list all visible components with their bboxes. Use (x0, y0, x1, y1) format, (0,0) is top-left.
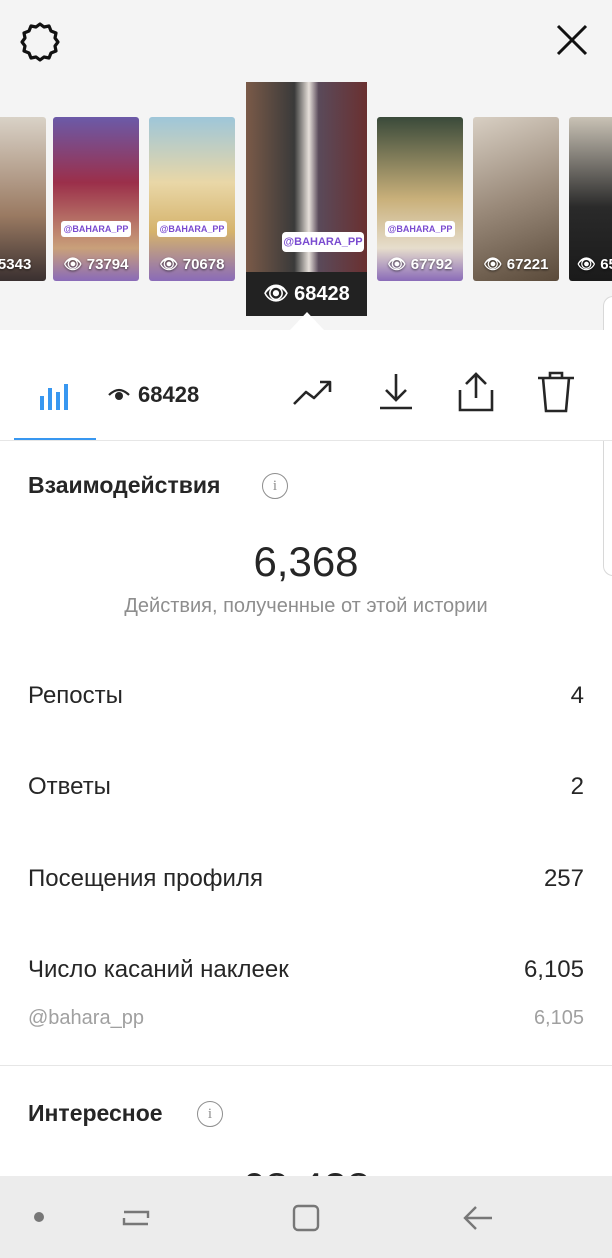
stat-row-shares: Репосты 4 (28, 682, 584, 710)
trash-icon[interactable] (534, 370, 578, 414)
sticker-tag: @BAHARA_PP (385, 221, 455, 237)
share-icon[interactable] (454, 370, 498, 414)
thumbnail-views: 👁 5343 (0, 256, 32, 273)
stat-row-sticker-detail: @bahara_pp 6,105 (28, 1007, 584, 1030)
story-thumbnail[interactable]: @BAHARA_PP 👁 67792 (377, 117, 463, 281)
dot-icon[interactable] (34, 1212, 44, 1222)
stat-value: 257 (543, 865, 584, 892)
download-icon[interactable] (374, 370, 418, 414)
selected-pointer (290, 312, 324, 330)
section-title-interactions: Взаимодействия (28, 472, 221, 498)
story-thumbnail[interactable]: 👁 67221 (473, 117, 559, 281)
stat-label: Ответы (28, 773, 111, 800)
stat-value: 2 (570, 773, 584, 800)
stat-label: Посещения профиля (28, 865, 263, 892)
interactions-total: 6,368 (253, 538, 359, 585)
stat-row-sticker-taps: Число касаний наклеек 6,105 (28, 956, 584, 984)
trend-icon[interactable] (292, 370, 336, 414)
thumbnail-views: 👁 73794 (63, 256, 129, 273)
selected-story-views: 👁 68428 (263, 283, 350, 305)
story-thumbnail[interactable]: 👁 5343 (0, 117, 46, 281)
stat-label: Репосты (28, 682, 123, 709)
viewers-value: 68428 (138, 382, 200, 407)
stat-label: Число касаний наклеек (28, 956, 289, 983)
section-title-discovery: Интересное (28, 1100, 163, 1126)
stat-row-replies: Ответы 2 (28, 773, 584, 801)
gear-icon[interactable] (18, 20, 62, 64)
sticker-tag: @BAHARA_PP (61, 221, 131, 237)
recent-apps-icon[interactable] (116, 1198, 156, 1238)
story-strip[interactable]: 👁 5343 @BAHARA_PP 👁 73794 @BAHARA_PP 👁 7… (0, 0, 612, 330)
stat-row-profile-visits: Посещения профиля 257 (28, 865, 584, 893)
system-nav-bar (0, 1176, 612, 1258)
info-icon[interactable]: i (197, 1101, 223, 1127)
stat-value: 6,105 (523, 956, 584, 983)
thumbnail-views: 👁 70678 (159, 256, 225, 273)
back-icon[interactable] (458, 1198, 498, 1238)
thumbnail-views: 👁 65 (577, 256, 612, 273)
selected-story[interactable]: @BAHARA_PP 👁 68428 (246, 82, 367, 316)
bar-chart-icon (40, 384, 68, 410)
tab-insights[interactable] (14, 330, 96, 440)
thumbnail-views: 👁 67792 (387, 256, 453, 273)
eye-icon (108, 388, 130, 400)
stat-label: @bahara_pp (28, 1007, 144, 1029)
info-icon[interactable]: i (262, 473, 288, 499)
thumbnail-views: 👁 67221 (483, 256, 549, 273)
sticker-tag: @BAHARA_PP (157, 221, 227, 237)
close-icon[interactable] (550, 18, 594, 62)
stat-value: 4 (570, 682, 584, 709)
interactions-subtitle: Действия, полученные от этой истории (124, 595, 488, 617)
stat-value: 6,105 (533, 1007, 584, 1029)
story-thumbnail[interactable]: @BAHARA_PP 👁 70678 (149, 117, 235, 281)
story-thumbnail[interactable]: @BAHARA_PP 👁 73794 (53, 117, 139, 281)
insights-toolbar: 68428 (0, 330, 612, 441)
viewers-count[interactable]: 68428 (108, 382, 199, 408)
home-icon[interactable] (286, 1198, 326, 1238)
story-thumbnail[interactable]: 👁 65 (569, 117, 612, 281)
sticker-tag: @BAHARA_PP (282, 232, 364, 252)
divider (0, 1065, 612, 1066)
